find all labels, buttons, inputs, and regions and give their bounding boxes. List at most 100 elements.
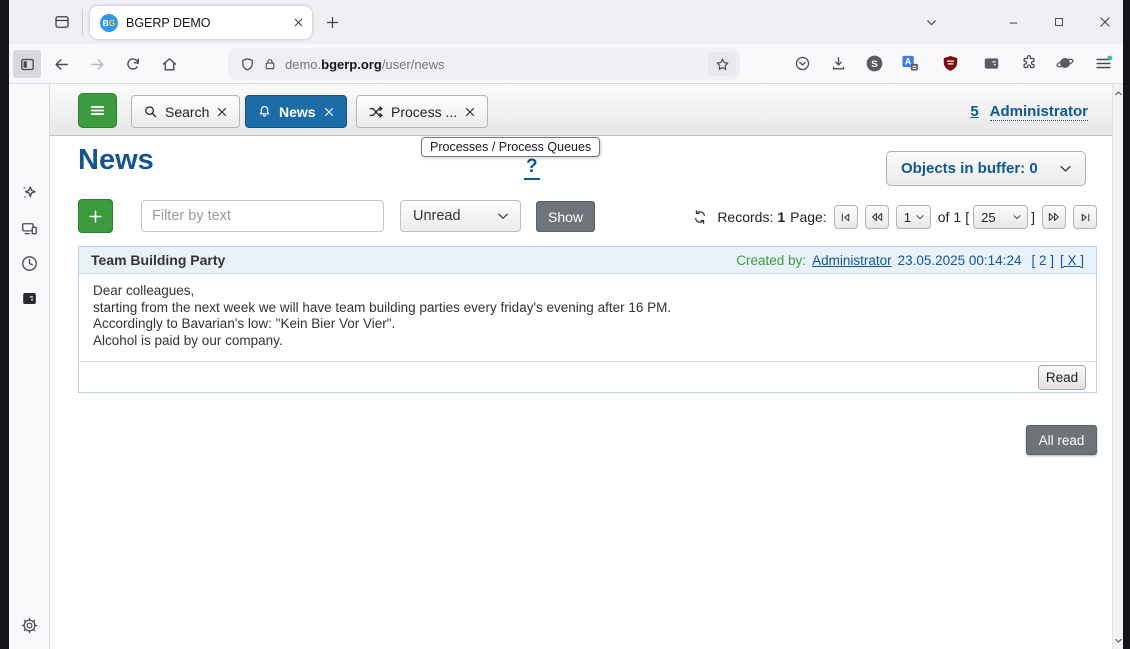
- shuffle-icon: [368, 104, 384, 120]
- scroll-down-button[interactable]: [1113, 633, 1123, 647]
- status-filter-select[interactable]: Unread: [400, 200, 521, 232]
- synced-tabs-button[interactable]: [14, 213, 44, 243]
- tab-close-icon[interactable]: [216, 106, 228, 118]
- site-favicon: BG: [100, 14, 118, 32]
- planet-icon: [1055, 53, 1075, 73]
- browser-tab[interactable]: BG BGERP DEMO: [90, 6, 312, 39]
- pocket-button[interactable]: [789, 50, 815, 76]
- browser-titlebar: BG BGERP DEMO: [9, 0, 1123, 44]
- scroll-up-button[interactable]: [1113, 86, 1123, 100]
- reload-button[interactable]: [119, 50, 147, 78]
- filter-input[interactable]: [141, 200, 384, 232]
- show-button[interactable]: Show: [536, 201, 595, 232]
- plus-icon: [87, 208, 104, 225]
- refresh-icon[interactable]: [692, 209, 708, 225]
- svg-text:S: S: [871, 59, 878, 70]
- firefox-view-icon: [53, 13, 71, 31]
- tab-close-icon[interactable]: [464, 106, 476, 118]
- tab-close-icon[interactable]: [323, 106, 335, 118]
- bookmarks-button[interactable]: [14, 283, 44, 313]
- tab-process[interactable]: Process ...: [356, 95, 488, 128]
- first-page-button[interactable]: [834, 205, 858, 229]
- firefox-view-button[interactable]: [47, 7, 77, 37]
- bgerp-header: Search News: [50, 84, 1112, 136]
- lock-icon[interactable]: [263, 57, 277, 71]
- per-page-select[interactable]: 25: [973, 205, 1028, 229]
- browser-toolbar: demo.bgerp.org/user/news: [9, 44, 1123, 84]
- tab-process-label: Process ...: [391, 104, 457, 120]
- ublock-shield-icon: [941, 54, 960, 73]
- chevron-down-icon: [1058, 161, 1073, 176]
- url-text: demo.bgerp.org/user/news: [285, 57, 445, 72]
- bell-icon: [257, 104, 272, 119]
- close-window-button[interactable]: [1090, 7, 1120, 37]
- records-label: Records:: [717, 209, 773, 225]
- forward-button[interactable]: [83, 50, 111, 78]
- download-icon: [830, 55, 847, 72]
- tracking-shield-icon[interactable]: [240, 57, 255, 72]
- bgerp-menu-button[interactable]: [78, 93, 117, 128]
- news-card-header: Team Building Party Created by: Administ…: [79, 247, 1096, 274]
- user-name-link[interactable]: Administrator: [990, 103, 1088, 121]
- tab-news[interactable]: News: [245, 95, 347, 128]
- container-button[interactable]: [978, 50, 1004, 76]
- last-page-button[interactable]: [1073, 205, 1097, 229]
- download-button[interactable]: [825, 50, 851, 76]
- devices-icon: [20, 219, 39, 238]
- user-number-link[interactable]: 5: [970, 103, 978, 121]
- gear-icon: [20, 616, 39, 635]
- tab-search[interactable]: Search: [131, 95, 240, 128]
- ublock-button[interactable]: [937, 50, 963, 76]
- prev-page-button[interactable]: [865, 205, 889, 229]
- news-id-link[interactable]: [ 2 ]: [1031, 253, 1054, 268]
- read-button[interactable]: Read: [1038, 365, 1086, 390]
- sparkle-icon: [20, 183, 39, 202]
- chevron-down-icon: [915, 212, 925, 222]
- page-select[interactable]: 1: [896, 205, 931, 229]
- tab-close-icon[interactable]: [293, 17, 304, 28]
- bookmark-star-button[interactable]: [708, 52, 736, 76]
- planet-button[interactable]: [1052, 50, 1078, 76]
- sidebar-icon: [19, 56, 36, 73]
- home-button[interactable]: [155, 50, 183, 78]
- objects-buffer-dropdown[interactable]: Objects in buffer: 0: [886, 151, 1086, 186]
- clock-icon: [20, 254, 39, 273]
- created-datetime: 23.05.2025 00:14:24: [898, 253, 1022, 268]
- news-body-line: Alcohol is paid by our company.: [93, 333, 1082, 350]
- bracket-close: ]: [1031, 209, 1035, 225]
- help-link[interactable]: ?: [524, 156, 540, 180]
- ai-chat-button[interactable]: [14, 177, 44, 207]
- maximize-button[interactable]: [1044, 7, 1074, 37]
- news-title: Team Building Party: [91, 252, 225, 268]
- card-icon: [982, 54, 1001, 73]
- translate-button[interactable]: A: [897, 50, 923, 76]
- minimize-button[interactable]: [998, 7, 1028, 37]
- news-body-line: Dear colleagues,: [93, 283, 1082, 300]
- created-by-label: Created by:: [736, 253, 806, 268]
- forward-arrow-icon: [89, 56, 106, 73]
- news-body: Dear colleagues, starting from the next …: [79, 274, 1096, 361]
- app-menu-button[interactable]: [1090, 50, 1116, 76]
- sidebar-toggle-button[interactable]: [13, 50, 41, 78]
- extension-s-button[interactable]: S: [861, 50, 887, 76]
- page-title: News: [78, 144, 154, 177]
- news-close-link[interactable]: [ X ]: [1060, 253, 1084, 268]
- page-scrollbar[interactable]: [1112, 84, 1123, 649]
- author-link[interactable]: Administrator: [812, 253, 892, 268]
- news-card: Team Building Party Created by: Administ…: [78, 246, 1097, 393]
- next-page-button[interactable]: [1042, 205, 1066, 229]
- window-edge-left: [0, 0, 9, 649]
- history-button[interactable]: [14, 248, 44, 278]
- per-page-value: 25: [981, 210, 995, 225]
- tab-list-button[interactable]: [916, 7, 946, 37]
- url-bar[interactable]: demo.bgerp.org/user/news: [228, 48, 740, 80]
- back-button[interactable]: [47, 50, 75, 78]
- status-filter-value: Unread: [413, 208, 461, 224]
- new-tab-button[interactable]: [317, 7, 347, 37]
- settings-button[interactable]: [14, 610, 44, 640]
- all-read-button[interactable]: All read: [1026, 425, 1097, 455]
- search-icon: [143, 104, 158, 119]
- s-badge-icon: S: [864, 53, 885, 74]
- add-news-button[interactable]: [78, 199, 113, 233]
- extensions-puzzle-button[interactable]: [1016, 50, 1042, 76]
